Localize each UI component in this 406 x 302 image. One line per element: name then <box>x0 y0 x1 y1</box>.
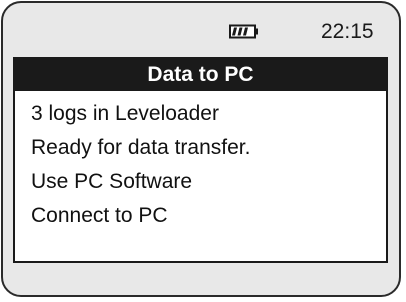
clock-time: 22:15 <box>321 20 374 43</box>
message-line-software: Use PC Software <box>31 170 193 193</box>
message-line-logs: 3 logs in Leveloader <box>31 102 219 125</box>
message-line-ready: Ready for data transfer. <box>31 136 251 159</box>
status-bar: 22:15 <box>3 3 399 57</box>
screen-title: Data to PC <box>15 59 386 91</box>
message-line-connect: Connect to PC <box>31 204 168 227</box>
device-display: 22:15 Data to PC 3 logs in Leveloader Re… <box>1 1 401 297</box>
battery-icon <box>229 24 258 39</box>
message-panel: Data to PC 3 logs in Leveloader Ready fo… <box>13 57 388 263</box>
message-list: 3 logs in Leveloader Ready for data tran… <box>31 97 250 233</box>
